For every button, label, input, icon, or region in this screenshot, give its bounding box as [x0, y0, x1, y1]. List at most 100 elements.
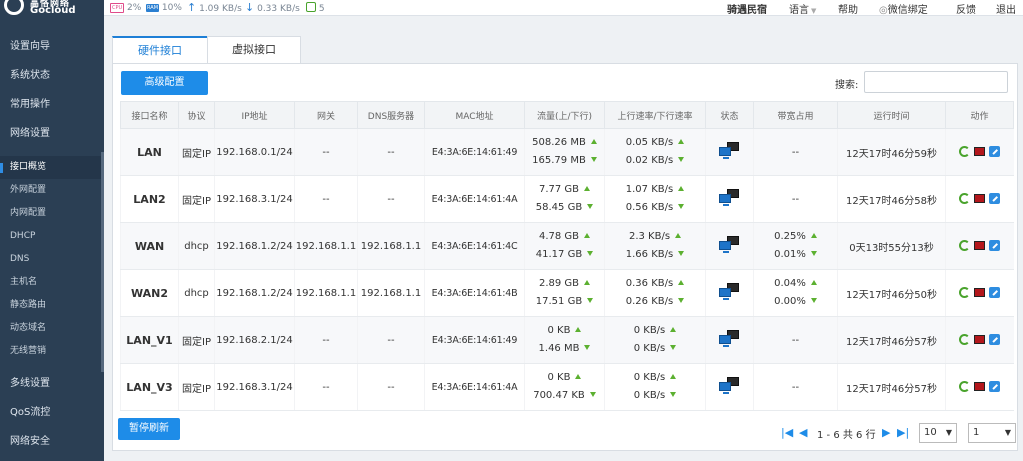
logout-link[interactable]: 退出 — [996, 1, 1016, 16]
page-size-select[interactable]: 10 ▼ — [919, 423, 957, 443]
col-rate[interactable]: 上行速率/下行速率 — [604, 101, 706, 129]
sidebar-item-wan-config[interactable]: 外网配置 — [0, 179, 104, 202]
reconnect-icon[interactable] — [959, 240, 971, 252]
sidebar-item-lan-config[interactable]: 内网配置 — [0, 202, 104, 225]
cell-protocol: 固定IP — [178, 363, 215, 411]
cell-dns: -- — [357, 316, 425, 364]
terminal-icon[interactable] — [974, 241, 986, 251]
prev-page-icon[interactable]: ◀ — [799, 427, 807, 439]
traffic-up-value: 0 KB — [547, 372, 571, 383]
sidebar-item-setup-wizard[interactable]: 设置向导 — [0, 33, 104, 61]
cell-bandwidth: 0.04% 0.00% — [753, 269, 838, 317]
sidebar-item-hostname[interactable]: 主机名 — [0, 271, 104, 294]
next-page-icon[interactable]: ▶ — [882, 427, 890, 439]
interface-panel: 高级配置 搜索: 接口名称 协议 IP地址 网关 DNS服务器 MAC地址 流量… — [112, 63, 1018, 451]
reconnect-icon[interactable] — [959, 193, 971, 205]
col-dns[interactable]: DNS服务器 — [357, 101, 425, 129]
logo[interactable]: 高恪网络 Gocloud — [0, 0, 104, 16]
terminal-icon[interactable] — [974, 147, 986, 157]
sidebar-item-static-route[interactable]: 静态路由 — [0, 294, 104, 317]
advanced-config-button[interactable]: 高级配置 — [121, 71, 208, 95]
first-page-icon[interactable]: |◀ — [781, 427, 793, 439]
users-icon — [306, 2, 316, 12]
cell-rate: 0 KB/s 0 KB/s — [604, 316, 706, 364]
last-page-icon[interactable]: ▶| — [897, 427, 909, 439]
hostel-link[interactable]: 骑遇民宿 — [727, 1, 767, 16]
cell-protocol: 固定IP — [178, 316, 215, 364]
terminal-icon[interactable] — [974, 335, 986, 345]
rate-up: 2.3 KB/s — [606, 228, 706, 246]
cell-traffic: 508.26 MB 165.79 MB — [524, 128, 605, 176]
rate-up-value: 0 KB/s — [633, 372, 666, 383]
network-status-icon — [718, 235, 741, 255]
sidebar-item-security[interactable]: 网络安全 — [0, 428, 104, 456]
wechat-link[interactable]: ◎微信绑定 — [879, 1, 928, 16]
bw-up: 0.25% — [755, 228, 838, 246]
sidebar-item-system-status[interactable]: 系统状态 — [0, 62, 104, 90]
sidebar-item-dns[interactable]: DNS — [0, 248, 104, 271]
col-bandwidth[interactable]: 带宽占用 — [753, 101, 838, 129]
col-name[interactable]: 接口名称 — [120, 101, 179, 129]
cell-traffic: 7.77 GB 58.45 GB — [524, 175, 605, 223]
edit-icon[interactable] — [989, 287, 1001, 299]
sidebar-item-multiline[interactable]: 多线设置 — [0, 370, 104, 398]
col-protocol[interactable]: 协议 — [178, 101, 215, 129]
bw-up-value: 0.25% — [774, 231, 806, 242]
terminal-icon[interactable] — [974, 288, 986, 298]
table-row: LAN 固定IP 192.168.0.1/24 -- -- E4:3A:6E:14:61:… — [120, 128, 1014, 176]
cell-gateway: -- — [294, 363, 358, 411]
cell-bandwidth: -- — [753, 175, 838, 223]
reconnect-icon[interactable] — [959, 381, 971, 393]
sidebar-item-ddns[interactable]: 动态域名 — [0, 317, 104, 340]
page-select[interactable]: 1 ▼ — [968, 423, 1016, 443]
cell-traffic: 0 KB 1.46 MB — [524, 316, 605, 364]
col-mac[interactable]: MAC地址 — [424, 101, 525, 129]
help-link[interactable]: 帮助 — [838, 1, 858, 16]
edit-icon[interactable] — [989, 240, 1001, 252]
wechat-icon: ◎ — [879, 5, 888, 16]
cell-name: LAN_V3 — [120, 363, 179, 411]
col-ip[interactable]: IP地址 — [214, 101, 295, 129]
col-actions[interactable]: 动作 — [945, 101, 1014, 129]
sidebar-item-common-ops[interactable]: 常用操作 — [0, 91, 104, 119]
terminal-icon[interactable] — [974, 382, 986, 392]
edit-icon[interactable] — [989, 146, 1001, 158]
cell-name: WAN2 — [120, 269, 179, 317]
tab-hardware-interface[interactable]: 硬件接口 — [112, 36, 208, 64]
pause-refresh-button[interactable]: 暂停刷新 — [118, 418, 180, 440]
rate-down-value: 0 KB/s — [633, 390, 666, 401]
sidebar-item-dhcp[interactable]: DHCP — [0, 225, 104, 248]
up-arrow-icon — [810, 280, 817, 285]
cell-status — [705, 175, 754, 223]
rate-up-value: 0.36 KB/s — [625, 278, 674, 289]
cell-rate: 0.05 KB/s 0.02 KB/s — [604, 128, 706, 176]
upload-arrow-icon: ↑ — [187, 1, 197, 14]
tab-virtual-interface[interactable]: 虚拟接口 — [207, 36, 301, 64]
pagination: |◀ ◀ 1 - 6 共 6 行 ▶ ▶| 10 ▼ 1 ▼ — [778, 423, 1018, 443]
col-uptime[interactable]: 运行时间 — [837, 101, 946, 129]
sidebar-item-qos[interactable]: QoS流控 — [0, 399, 104, 427]
reconnect-icon[interactable] — [959, 287, 971, 299]
bw-down-value: 0.01% — [774, 249, 806, 260]
terminal-icon[interactable] — [974, 194, 986, 204]
cell-ip: 192.168.3.1/24 — [214, 175, 295, 223]
col-gateway[interactable]: 网关 — [294, 101, 358, 129]
search-input[interactable] — [864, 71, 1008, 93]
edit-icon[interactable] — [989, 381, 1001, 393]
network-status-icon — [718, 188, 741, 208]
sidebar-item-interface-overview[interactable]: 接口概览 — [0, 156, 104, 179]
col-traffic[interactable]: 流量(上/下行) — [524, 101, 605, 129]
reconnect-icon[interactable] — [959, 334, 971, 346]
feedback-link[interactable]: 反馈 — [956, 1, 976, 16]
sidebar-scrollbar[interactable] — [101, 152, 104, 372]
language-menu[interactable]: 语言 ▼ — [789, 1, 816, 16]
col-status[interactable]: 状态 — [705, 101, 754, 129]
up-arrow-icon — [670, 327, 677, 332]
traffic-down-value: 58.45 GB — [535, 202, 583, 213]
reconnect-icon[interactable] — [959, 146, 971, 158]
edit-icon[interactable] — [989, 334, 1001, 346]
sidebar-item-wifi-marketing[interactable]: 无线营销 — [0, 340, 104, 363]
sidebar-item-network-settings[interactable]: 网络设置 — [0, 120, 104, 148]
ram-icon: RAM — [146, 4, 160, 12]
edit-icon[interactable] — [989, 193, 1001, 205]
